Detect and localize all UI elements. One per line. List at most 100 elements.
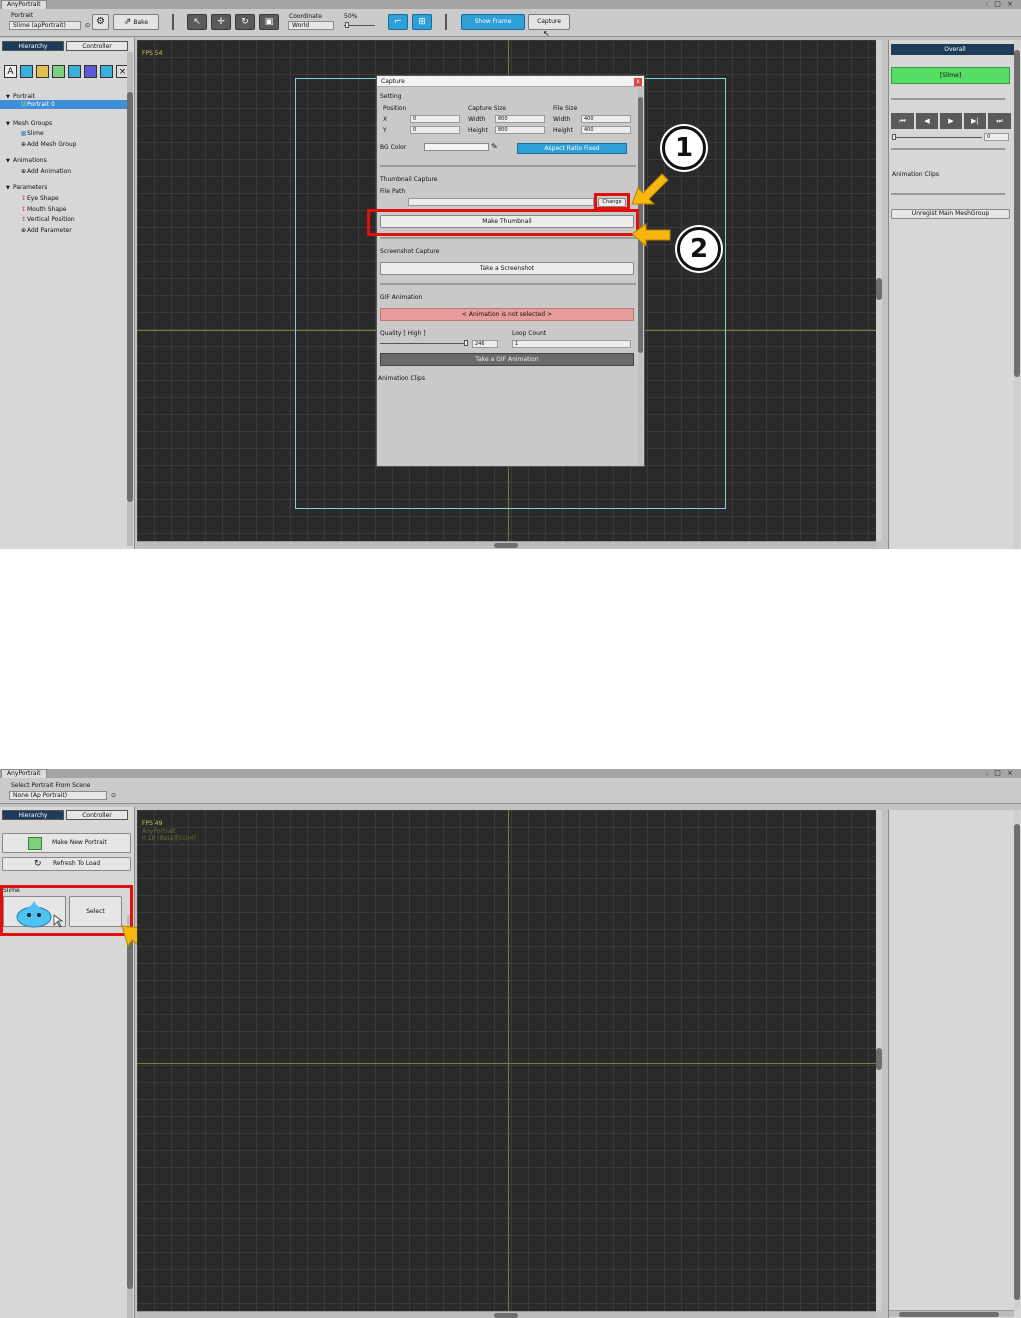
scrollbar-thumb[interactable] bbox=[876, 278, 882, 300]
canvas-v-scrollbar[interactable] bbox=[876, 810, 882, 1311]
rotate-tool-icon[interactable]: ↻ bbox=[235, 14, 255, 30]
window-buttons[interactable]: : □ × bbox=[986, 769, 1015, 777]
filter-texture-icon[interactable] bbox=[36, 65, 49, 78]
canvas-h-scrollbar[interactable] bbox=[137, 541, 876, 548]
capture-dialog: Capture x Setting Position Capture Size … bbox=[376, 75, 645, 467]
scrollbar-thumb[interactable] bbox=[899, 1312, 999, 1317]
scale-tool-icon[interactable]: ▣ bbox=[259, 14, 279, 30]
slime-button[interactable]: [Slime] bbox=[891, 67, 1010, 84]
scrollbar-thumb[interactable] bbox=[127, 929, 133, 1289]
file-height-field[interactable]: 400 bbox=[581, 126, 631, 134]
filter-animation-icon[interactable] bbox=[84, 65, 97, 78]
canvas-h-scrollbar[interactable] bbox=[137, 1311, 876, 1318]
scrollbar-thumb[interactable] bbox=[876, 1048, 882, 1070]
canvas-v-scrollbar[interactable] bbox=[876, 40, 882, 541]
gear-icon[interactable]: ⚙ bbox=[92, 14, 109, 30]
right-panel: Overall [Slime] ⏮ ◀ ▶ ▶| ⏭ 0 Animation C… bbox=[888, 40, 1021, 549]
tab-controller[interactable]: Controller bbox=[66, 810, 128, 820]
viewport-canvas[interactable]: FPS 49 AnyPortrait 0.18 [Beta][0104] bbox=[137, 810, 876, 1311]
filter-mesh-icon[interactable] bbox=[52, 65, 65, 78]
mesh-visible-icon[interactable]: ⊞ bbox=[412, 14, 432, 30]
scrollbar-thumb[interactable] bbox=[1014, 50, 1020, 377]
parameter-icon: ↕ bbox=[20, 216, 27, 223]
right-panel-scrollbar[interactable] bbox=[1014, 40, 1020, 549]
quality-value-field[interactable]: 246 bbox=[472, 340, 498, 348]
filter-image-icon[interactable] bbox=[20, 65, 33, 78]
window-buttons[interactable]: : □ × bbox=[986, 0, 1015, 8]
gif-animation-label: GIF Animation bbox=[380, 294, 423, 301]
move-tool-icon[interactable]: ✛ bbox=[211, 14, 231, 30]
quality-slider-thumb[interactable] bbox=[464, 340, 468, 346]
prev-frame-icon[interactable]: ◀ bbox=[916, 113, 938, 129]
file-width-field[interactable]: 400 bbox=[581, 115, 631, 123]
position-y-field[interactable]: 0 bbox=[410, 126, 460, 134]
frame-input[interactable]: 0 bbox=[984, 133, 1009, 141]
tree-header-label: Mesh Groups bbox=[13, 120, 53, 127]
close-icon[interactable]: x bbox=[634, 78, 642, 86]
first-frame-icon[interactable]: ⏮ bbox=[891, 113, 914, 129]
right-panel-scrollbar[interactable] bbox=[1014, 810, 1020, 1310]
add-animation-item[interactable]: ⊕Add Animation bbox=[20, 168, 71, 175]
filter-parameter-icon[interactable] bbox=[100, 65, 113, 78]
scrollbar-thumb[interactable] bbox=[1014, 824, 1020, 1300]
top-toolbar: Portrait Slime (apPortrait) ⊙ ⚙ ⇗ Bake ↖… bbox=[0, 9, 1021, 38]
tab-controller[interactable]: Controller bbox=[66, 41, 128, 51]
take-gif-animation-button[interactable]: Take a GIF Animation bbox=[380, 353, 634, 366]
scrollbar-thumb[interactable] bbox=[494, 543, 518, 548]
loop-count-field[interactable]: 1 bbox=[512, 340, 631, 348]
tree-item-parameter[interactable]: ↕Mouth Shape bbox=[20, 206, 67, 213]
left-panel-scrollbar[interactable] bbox=[127, 915, 133, 1318]
last-frame-icon[interactable]: ⏭ bbox=[988, 113, 1011, 129]
tree-item-slime[interactable]: ▦Slime bbox=[20, 130, 44, 137]
zoom-slider-thumb[interactable] bbox=[345, 22, 349, 28]
next-frame-icon[interactable]: ▶| bbox=[964, 113, 986, 129]
left-panel-scrollbar[interactable] bbox=[127, 52, 133, 546]
tree-item-parameter[interactable]: ↕Eye Shape bbox=[20, 195, 59, 202]
app-name-overlay: AnyPortrait bbox=[142, 828, 176, 835]
scrollbar-thumb[interactable] bbox=[494, 1313, 518, 1318]
refresh-to-load-button[interactable]: ↻ Refresh To Load bbox=[2, 857, 131, 871]
add-mesh-group-item[interactable]: ⊕Add Mesh Group bbox=[20, 141, 77, 148]
frame-slider[interactable] bbox=[892, 137, 982, 138]
tree-header-parameters[interactable]: ▼ Parameters bbox=[6, 184, 47, 191]
make-new-portrait-button[interactable]: Make New Portrait bbox=[2, 833, 131, 853]
scrollbar-thumb[interactable] bbox=[127, 92, 133, 502]
tree-header-mesh-groups[interactable]: ▼ Mesh Groups bbox=[6, 120, 52, 127]
file-path-field[interactable] bbox=[408, 198, 594, 206]
toolbar-separator bbox=[445, 14, 447, 30]
frame-slider-thumb[interactable] bbox=[892, 134, 896, 140]
dialog-scrollbar[interactable] bbox=[638, 88, 643, 466]
coordinate-select[interactable]: World bbox=[288, 21, 334, 30]
take-screenshot-button[interactable]: Take a Screenshot bbox=[380, 262, 634, 275]
capture-width-field[interactable]: 800 bbox=[495, 115, 545, 123]
capture-height-field[interactable]: 800 bbox=[495, 126, 545, 134]
tree-header-portrait[interactable]: ▼ Portrait bbox=[6, 93, 35, 100]
select-tool-icon[interactable]: ↖ bbox=[187, 14, 207, 30]
tree-header-animations[interactable]: ▼ Animations bbox=[6, 157, 47, 164]
filter-all-icon[interactable]: A bbox=[4, 65, 17, 78]
unregist-mesh-group-button[interactable]: Unregist Main MeshGroup bbox=[891, 209, 1010, 219]
portrait-picker-icon[interactable]: ⊙ bbox=[85, 22, 90, 29]
eyedropper-icon[interactable]: ✎ bbox=[491, 142, 498, 151]
bone-visible-icon[interactable]: ⌐ bbox=[388, 14, 408, 30]
show-frame-button[interactable]: Show Frame bbox=[461, 14, 525, 30]
aspect-ratio-fixed-button[interactable]: Aspect Ratio Fixed bbox=[517, 143, 627, 154]
tree-item-portrait-0[interactable]: ☺Portrait 0 bbox=[20, 101, 54, 108]
window-tab[interactable]: AnyPortrait bbox=[1, 769, 47, 778]
position-x-field[interactable]: 0 bbox=[410, 115, 460, 123]
bg-color-swatch[interactable] bbox=[424, 143, 489, 151]
bake-button[interactable]: ⇗ Bake bbox=[113, 14, 159, 30]
tab-hierarchy[interactable]: Hierarchy bbox=[2, 41, 64, 51]
quality-slider[interactable] bbox=[380, 343, 466, 344]
portrait-field[interactable]: Slime (apPortrait) bbox=[9, 21, 81, 30]
tree-item-parameter[interactable]: ↕Vertical Position bbox=[20, 216, 75, 223]
play-icon[interactable]: ▶ bbox=[940, 113, 962, 129]
right-panel-h-scrollbar[interactable] bbox=[889, 1310, 1014, 1317]
add-parameter-item[interactable]: ⊕Add Parameter bbox=[20, 227, 72, 234]
capture-button[interactable]: Capture bbox=[528, 14, 570, 30]
select-portrait-field[interactable]: None (Ap Portrait) bbox=[9, 791, 107, 800]
portrait-picker-icon[interactable]: ⊙ bbox=[111, 792, 116, 799]
window-tab[interactable]: AnyPortrait bbox=[1, 0, 47, 9]
filter-meshgroup-icon[interactable] bbox=[68, 65, 81, 78]
tab-hierarchy[interactable]: Hierarchy bbox=[2, 810, 64, 820]
